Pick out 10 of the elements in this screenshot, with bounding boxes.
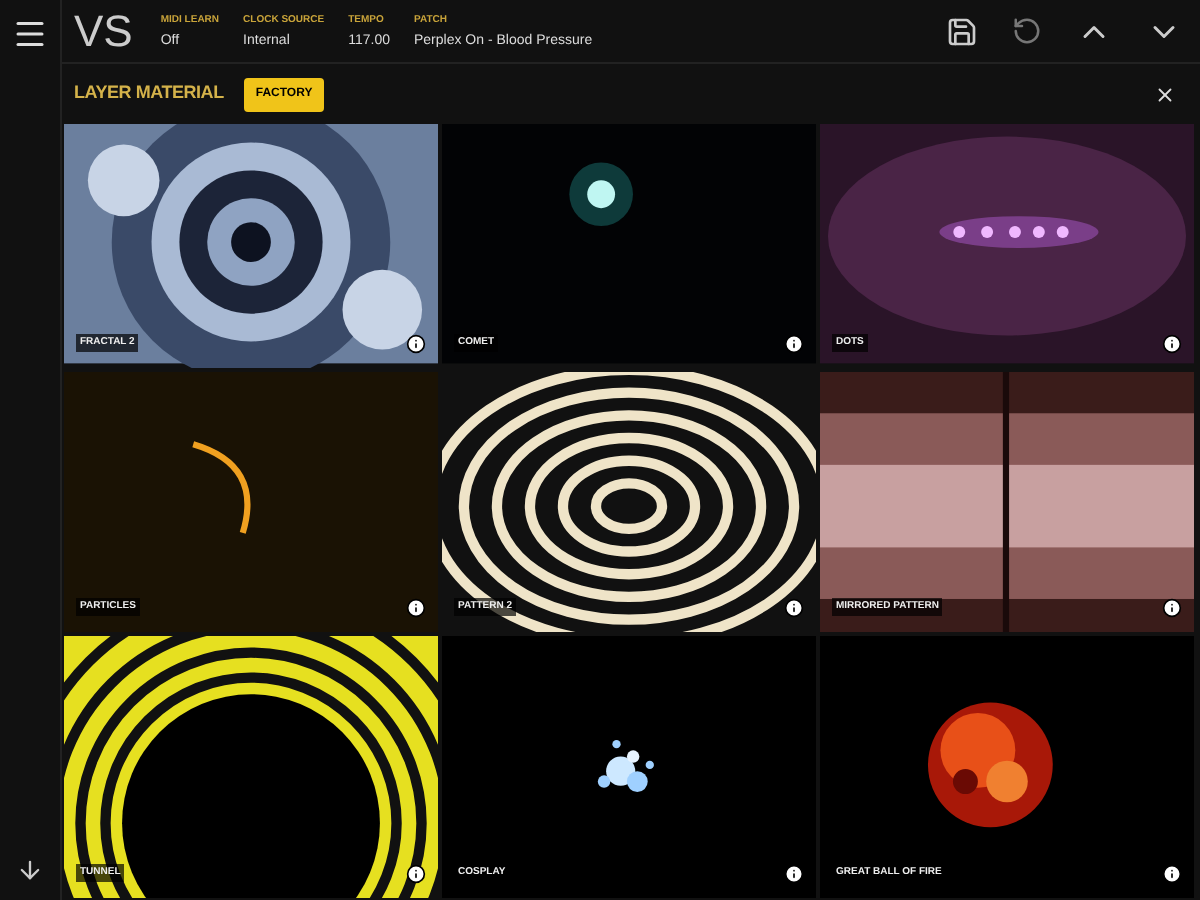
info-icon[interactable] (406, 864, 426, 884)
undo-icon[interactable] (1012, 16, 1042, 46)
close-icon[interactable] (1154, 83, 1176, 105)
app-logo: VS (74, 4, 133, 60)
info-icon[interactable] (1162, 334, 1182, 354)
info-icon[interactable] (1162, 598, 1182, 618)
info-icon[interactable] (406, 334, 426, 354)
menu-icon[interactable] (12, 16, 48, 52)
save-icon[interactable] (946, 15, 978, 47)
panel-title: LAYER MATERIAL (74, 80, 224, 107)
